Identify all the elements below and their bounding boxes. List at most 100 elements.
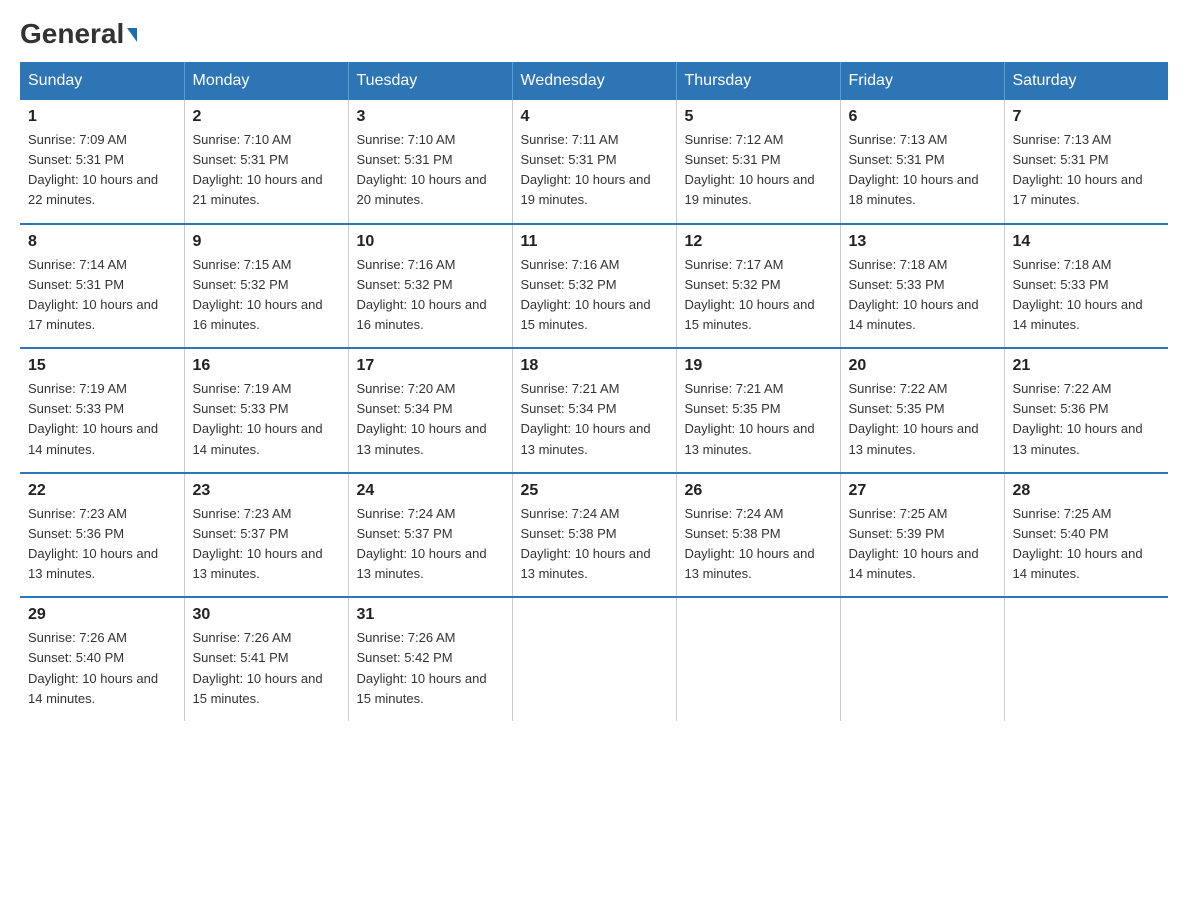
day-number: 18 <box>521 357 668 375</box>
calendar-cell: 3 Sunrise: 7:10 AMSunset: 5:31 PMDayligh… <box>348 100 512 224</box>
day-info: Sunrise: 7:26 AMSunset: 5:41 PMDaylight:… <box>193 628 340 709</box>
day-info: Sunrise: 7:17 AMSunset: 5:32 PMDaylight:… <box>685 255 832 336</box>
calendar-cell: 2 Sunrise: 7:10 AMSunset: 5:31 PMDayligh… <box>184 100 348 224</box>
day-number: 20 <box>849 357 996 375</box>
day-info: Sunrise: 7:18 AMSunset: 5:33 PMDaylight:… <box>1013 255 1161 336</box>
day-info: Sunrise: 7:21 AMSunset: 5:34 PMDaylight:… <box>521 379 668 460</box>
day-number: 17 <box>357 357 504 375</box>
day-info: Sunrise: 7:14 AMSunset: 5:31 PMDaylight:… <box>28 255 176 336</box>
calendar-cell: 4 Sunrise: 7:11 AMSunset: 5:31 PMDayligh… <box>512 100 676 224</box>
calendar-cell: 1 Sunrise: 7:09 AMSunset: 5:31 PMDayligh… <box>20 100 184 224</box>
day-number: 6 <box>849 108 996 126</box>
day-info: Sunrise: 7:26 AMSunset: 5:40 PMDaylight:… <box>28 628 176 709</box>
day-header-thursday: Thursday <box>676 62 840 100</box>
calendar-cell: 11 Sunrise: 7:16 AMSunset: 5:32 PMDaylig… <box>512 224 676 349</box>
day-info: Sunrise: 7:18 AMSunset: 5:33 PMDaylight:… <box>849 255 996 336</box>
day-info: Sunrise: 7:24 AMSunset: 5:37 PMDaylight:… <box>357 504 504 585</box>
day-info: Sunrise: 7:24 AMSunset: 5:38 PMDaylight:… <box>685 504 832 585</box>
day-info: Sunrise: 7:21 AMSunset: 5:35 PMDaylight:… <box>685 379 832 460</box>
day-info: Sunrise: 7:23 AMSunset: 5:36 PMDaylight:… <box>28 504 176 585</box>
calendar-cell: 29 Sunrise: 7:26 AMSunset: 5:40 PMDaylig… <box>20 597 184 721</box>
day-number: 3 <box>357 108 504 126</box>
day-number: 10 <box>357 233 504 251</box>
calendar-cell: 14 Sunrise: 7:18 AMSunset: 5:33 PMDaylig… <box>1004 224 1168 349</box>
day-header-monday: Monday <box>184 62 348 100</box>
calendar-cell: 19 Sunrise: 7:21 AMSunset: 5:35 PMDaylig… <box>676 348 840 473</box>
week-row-1: 1 Sunrise: 7:09 AMSunset: 5:31 PMDayligh… <box>20 100 1168 224</box>
day-info: Sunrise: 7:10 AMSunset: 5:31 PMDaylight:… <box>193 130 340 211</box>
calendar-cell: 21 Sunrise: 7:22 AMSunset: 5:36 PMDaylig… <box>1004 348 1168 473</box>
day-info: Sunrise: 7:25 AMSunset: 5:40 PMDaylight:… <box>1013 504 1161 585</box>
day-info: Sunrise: 7:20 AMSunset: 5:34 PMDaylight:… <box>357 379 504 460</box>
day-number: 26 <box>685 482 832 500</box>
day-info: Sunrise: 7:13 AMSunset: 5:31 PMDaylight:… <box>1013 130 1161 211</box>
calendar-header: SundayMondayTuesdayWednesdayThursdayFrid… <box>20 62 1168 100</box>
day-info: Sunrise: 7:26 AMSunset: 5:42 PMDaylight:… <box>357 628 504 709</box>
day-info: Sunrise: 7:09 AMSunset: 5:31 PMDaylight:… <box>28 130 176 211</box>
calendar-cell: 31 Sunrise: 7:26 AMSunset: 5:42 PMDaylig… <box>348 597 512 721</box>
calendar-cell: 12 Sunrise: 7:17 AMSunset: 5:32 PMDaylig… <box>676 224 840 349</box>
day-number: 19 <box>685 357 832 375</box>
calendar-cell: 18 Sunrise: 7:21 AMSunset: 5:34 PMDaylig… <box>512 348 676 473</box>
calendar-cell: 22 Sunrise: 7:23 AMSunset: 5:36 PMDaylig… <box>20 473 184 598</box>
day-number: 23 <box>193 482 340 500</box>
day-info: Sunrise: 7:13 AMSunset: 5:31 PMDaylight:… <box>849 130 996 211</box>
day-info: Sunrise: 7:16 AMSunset: 5:32 PMDaylight:… <box>521 255 668 336</box>
calendar-table: SundayMondayTuesdayWednesdayThursdayFrid… <box>20 62 1168 721</box>
day-info: Sunrise: 7:24 AMSunset: 5:38 PMDaylight:… <box>521 504 668 585</box>
day-number: 8 <box>28 233 176 251</box>
calendar-cell <box>512 597 676 721</box>
calendar-cell <box>840 597 1004 721</box>
calendar-cell: 5 Sunrise: 7:12 AMSunset: 5:31 PMDayligh… <box>676 100 840 224</box>
calendar-body: 1 Sunrise: 7:09 AMSunset: 5:31 PMDayligh… <box>20 100 1168 721</box>
calendar-cell: 27 Sunrise: 7:25 AMSunset: 5:39 PMDaylig… <box>840 473 1004 598</box>
day-info: Sunrise: 7:19 AMSunset: 5:33 PMDaylight:… <box>28 379 176 460</box>
calendar-cell: 20 Sunrise: 7:22 AMSunset: 5:35 PMDaylig… <box>840 348 1004 473</box>
day-number: 11 <box>521 233 668 251</box>
days-header-row: SundayMondayTuesdayWednesdayThursdayFrid… <box>20 62 1168 100</box>
day-info: Sunrise: 7:15 AMSunset: 5:32 PMDaylight:… <box>193 255 340 336</box>
calendar-cell: 16 Sunrise: 7:19 AMSunset: 5:33 PMDaylig… <box>184 348 348 473</box>
calendar-cell: 8 Sunrise: 7:14 AMSunset: 5:31 PMDayligh… <box>20 224 184 349</box>
day-header-wednesday: Wednesday <box>512 62 676 100</box>
day-number: 2 <box>193 108 340 126</box>
calendar-cell: 25 Sunrise: 7:24 AMSunset: 5:38 PMDaylig… <box>512 473 676 598</box>
day-info: Sunrise: 7:12 AMSunset: 5:31 PMDaylight:… <box>685 130 832 211</box>
day-number: 15 <box>28 357 176 375</box>
day-number: 28 <box>1013 482 1161 500</box>
day-number: 4 <box>521 108 668 126</box>
calendar-cell: 17 Sunrise: 7:20 AMSunset: 5:34 PMDaylig… <box>348 348 512 473</box>
calendar-cell: 28 Sunrise: 7:25 AMSunset: 5:40 PMDaylig… <box>1004 473 1168 598</box>
calendar-cell: 26 Sunrise: 7:24 AMSunset: 5:38 PMDaylig… <box>676 473 840 598</box>
day-number: 29 <box>28 606 176 624</box>
calendar-cell: 10 Sunrise: 7:16 AMSunset: 5:32 PMDaylig… <box>348 224 512 349</box>
calendar-cell: 23 Sunrise: 7:23 AMSunset: 5:37 PMDaylig… <box>184 473 348 598</box>
calendar-cell: 9 Sunrise: 7:15 AMSunset: 5:32 PMDayligh… <box>184 224 348 349</box>
logo: General <box>20 20 137 46</box>
day-info: Sunrise: 7:10 AMSunset: 5:31 PMDaylight:… <box>357 130 504 211</box>
calendar-cell: 13 Sunrise: 7:18 AMSunset: 5:33 PMDaylig… <box>840 224 1004 349</box>
day-info: Sunrise: 7:23 AMSunset: 5:37 PMDaylight:… <box>193 504 340 585</box>
calendar-cell: 24 Sunrise: 7:24 AMSunset: 5:37 PMDaylig… <box>348 473 512 598</box>
day-number: 14 <box>1013 233 1161 251</box>
day-number: 22 <box>28 482 176 500</box>
day-number: 9 <box>193 233 340 251</box>
day-info: Sunrise: 7:22 AMSunset: 5:36 PMDaylight:… <box>1013 379 1161 460</box>
day-number: 12 <box>685 233 832 251</box>
day-number: 7 <box>1013 108 1161 126</box>
day-number: 27 <box>849 482 996 500</box>
week-row-3: 15 Sunrise: 7:19 AMSunset: 5:33 PMDaylig… <box>20 348 1168 473</box>
day-number: 25 <box>521 482 668 500</box>
header: General <box>20 20 1168 46</box>
day-info: Sunrise: 7:19 AMSunset: 5:33 PMDaylight:… <box>193 379 340 460</box>
day-header-sunday: Sunday <box>20 62 184 100</box>
calendar-cell <box>1004 597 1168 721</box>
calendar-cell: 6 Sunrise: 7:13 AMSunset: 5:31 PMDayligh… <box>840 100 1004 224</box>
day-header-friday: Friday <box>840 62 1004 100</box>
day-number: 16 <box>193 357 340 375</box>
day-number: 1 <box>28 108 176 126</box>
week-row-5: 29 Sunrise: 7:26 AMSunset: 5:40 PMDaylig… <box>20 597 1168 721</box>
day-info: Sunrise: 7:11 AMSunset: 5:31 PMDaylight:… <box>521 130 668 211</box>
day-header-saturday: Saturday <box>1004 62 1168 100</box>
day-info: Sunrise: 7:25 AMSunset: 5:39 PMDaylight:… <box>849 504 996 585</box>
